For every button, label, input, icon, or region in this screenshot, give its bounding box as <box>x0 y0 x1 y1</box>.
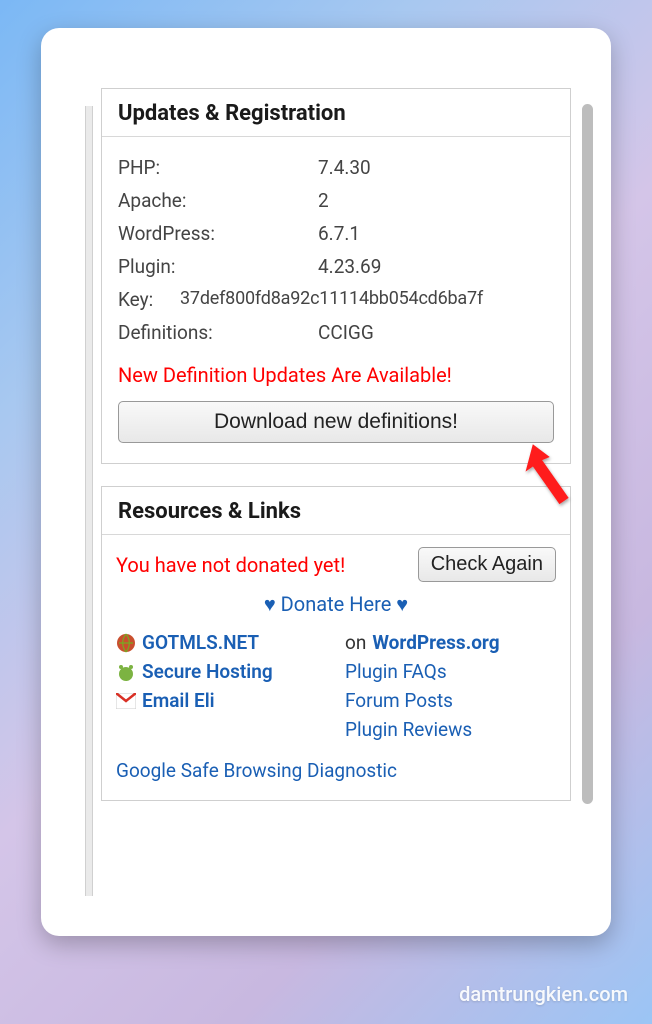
updates-panel-header: Updates & Registration <box>102 89 570 137</box>
check-again-button[interactable]: Check Again <box>418 547 556 582</box>
resources-panel-header: Resources & Links <box>102 487 570 535</box>
key-label: Key: <box>118 288 180 311</box>
resources-panel: Resources & Links You have not donated y… <box>101 486 571 801</box>
right-scrollbar-thumb[interactable] <box>582 104 593 804</box>
links-left-col: GOTMLS.NET Secure Hosting <box>116 631 327 747</box>
download-definitions-button[interactable]: Download new definitions! <box>118 401 554 443</box>
updates-panel: Updates & Registration PHP: 7.4.30 Apach… <box>101 88 571 464</box>
updates-panel-title: Updates & Registration <box>118 101 554 126</box>
wordpress-row: WordPress: 6.7.1 <box>118 217 554 250</box>
shrek-icon <box>116 662 136 682</box>
key-row: Key: 37def800fd8a92c11114bb054cd6ba7f <box>118 283 554 316</box>
plugin-faqs-link[interactable]: Plugin FAQs <box>345 660 447 683</box>
wporg-link-row: on WordPress.org <box>345 631 556 654</box>
scroll-area: Updates & Registration PHP: 7.4.30 Apach… <box>59 46 593 918</box>
donate-status-row: You have not donated yet! Check Again <box>116 545 556 582</box>
screenshot-frame: Updates & Registration PHP: 7.4.30 Apach… <box>41 28 611 936</box>
php-value: 7.4.30 <box>318 156 554 179</box>
donate-warning: You have not donated yet! <box>116 553 345 577</box>
plugin-reviews-link[interactable]: Plugin Reviews <box>345 718 472 741</box>
donate-here-row: ♥ Donate Here ♥ <box>116 592 556 617</box>
heart-icon: ♥ <box>396 592 408 616</box>
email-eli-link[interactable]: Email Eli <box>142 689 215 712</box>
apache-label: Apache: <box>118 189 318 212</box>
gotmls-link-row: GOTMLS.NET <box>116 631 327 654</box>
definitions-value: CCIGG <box>318 321 554 344</box>
wordpress-value: 6.7.1 <box>318 222 554 245</box>
email-eli-link-row: Email Eli <box>116 689 327 712</box>
apache-value: 2 <box>318 189 554 212</box>
gmail-icon <box>116 691 136 711</box>
plugin-row: Plugin: 4.23.69 <box>118 250 554 283</box>
php-row: PHP: 7.4.30 <box>118 151 554 184</box>
plugin-reviews-row: Plugin Reviews <box>345 718 556 741</box>
on-text: on <box>345 631 366 654</box>
key-value: 37def800fd8a92c11114bb054cd6ba7f <box>180 288 554 311</box>
gsb-row: Google Safe Browsing Diagnostic <box>116 759 556 782</box>
gsb-link[interactable]: Google Safe Browsing Diagnostic <box>116 759 397 782</box>
left-scrollbar-rail[interactable] <box>85 106 93 896</box>
plugin-faqs-row: Plugin FAQs <box>345 660 556 683</box>
globe-icon <box>116 633 136 653</box>
donate-here-link[interactable]: Donate Here <box>281 592 392 616</box>
wporg-link[interactable]: WordPress.org <box>372 631 499 654</box>
apache-row: Apache: 2 <box>118 184 554 217</box>
heart-icon: ♥ <box>264 592 276 616</box>
php-label: PHP: <box>118 156 318 179</box>
resources-panel-title: Resources & Links <box>118 499 554 524</box>
definitions-label: Definitions: <box>118 321 318 344</box>
update-available-alert: New Definition Updates Are Available! <box>118 363 554 387</box>
links-columns: GOTMLS.NET Secure Hosting <box>116 631 556 747</box>
definitions-row: Definitions: CCIGG <box>118 316 554 349</box>
watermark: damtrungkien.com <box>459 982 628 1006</box>
forum-posts-row: Forum Posts <box>345 689 556 712</box>
updates-panel-body: PHP: 7.4.30 Apache: 2 WordPress: 6.7.1 P… <box>102 137 570 463</box>
secure-hosting-link-row: Secure Hosting <box>116 660 327 683</box>
links-right-col: on WordPress.org Plugin FAQs Forum Posts… <box>345 631 556 747</box>
plugin-value: 4.23.69 <box>318 255 554 278</box>
secure-hosting-link[interactable]: Secure Hosting <box>142 660 273 683</box>
wordpress-label: WordPress: <box>118 222 318 245</box>
plugin-label: Plugin: <box>118 255 318 278</box>
panels-container: Updates & Registration PHP: 7.4.30 Apach… <box>101 88 571 801</box>
forum-posts-link[interactable]: Forum Posts <box>345 689 453 712</box>
gotmls-link[interactable]: GOTMLS.NET <box>142 631 259 654</box>
resources-panel-body: You have not donated yet! Check Again ♥ … <box>102 535 570 800</box>
